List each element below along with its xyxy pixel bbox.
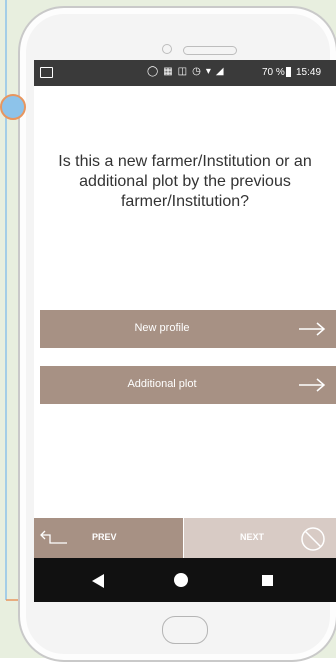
battery-percent: 70 %: [262, 67, 285, 78]
option-label: Additional plot: [127, 378, 197, 390]
home-circle-icon[interactable]: [173, 572, 189, 588]
signal-icon: ◢: [215, 66, 224, 77]
arrow-right-icon: [299, 322, 326, 336]
prev-button[interactable]: PREV: [34, 518, 183, 558]
navigation-row: PREV NEXT: [34, 518, 336, 558]
alarm-sync-icon: ◯: [147, 66, 159, 77]
next-button[interactable]: NEXT: [184, 518, 336, 558]
alarm-icon: ◷: [192, 66, 201, 77]
recents-square-icon[interactable]: [262, 575, 273, 586]
option-label: New profile: [134, 322, 190, 334]
side-marker-dot: [0, 94, 26, 120]
vibrate-icon: ◫: [177, 66, 188, 77]
battery-icon: [286, 67, 291, 77]
back-triangle-icon[interactable]: [92, 574, 104, 588]
phone-screen: ◯ ▦ ◫ ◷ ▾ ◢ 70 % 15:49 Is this a new far…: [34, 60, 336, 602]
nfc-icon: ▦: [163, 66, 173, 77]
status-time: 15:49: [296, 67, 322, 78]
next-label: NEXT: [240, 532, 265, 542]
wifi-icon: ▾: [205, 66, 211, 77]
disabled-icon: [301, 527, 325, 551]
image-icon: [40, 67, 53, 78]
arrow-right-icon: [299, 378, 326, 392]
back-arrow-icon: [40, 530, 67, 544]
camera-dot: [162, 44, 172, 54]
physical-home-button[interactable]: [162, 616, 208, 644]
additional-plot-button[interactable]: Additional plot: [40, 366, 336, 404]
new-profile-button[interactable]: New profile: [40, 310, 336, 348]
android-nav-bar: [34, 558, 336, 602]
earpiece-speaker: [183, 46, 237, 55]
prev-label: PREV: [92, 532, 117, 542]
status-icons: ◯ ▦ ◫ ◷ ▾ ◢: [147, 66, 224, 77]
question-text: Is this a new farmer/Institution or an a…: [58, 153, 312, 210]
status-bar: ◯ ▦ ◫ ◷ ▾ ◢ 70 % 15:49: [34, 60, 336, 86]
